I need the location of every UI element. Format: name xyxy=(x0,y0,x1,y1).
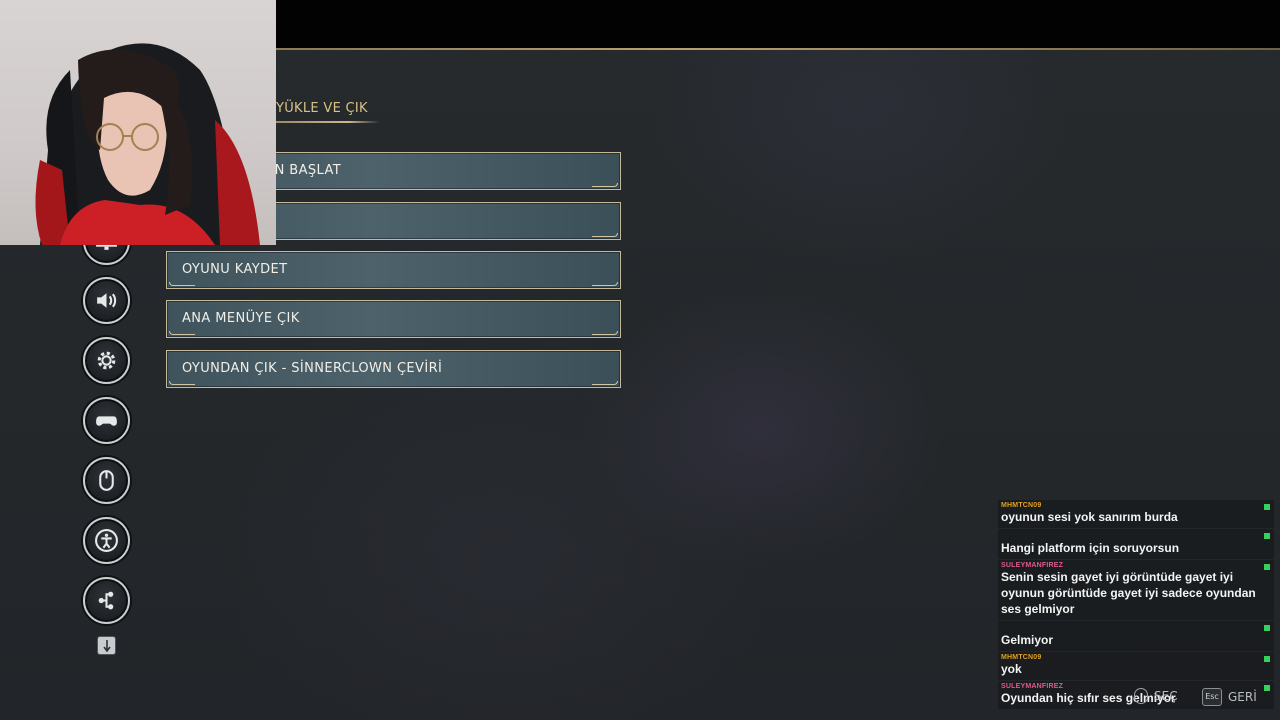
chat-message: SULEYMANFIREZ Senin sesin gayet iyi görü… xyxy=(998,560,1274,620)
accessibility-icon[interactable] xyxy=(83,517,130,564)
ornament-left xyxy=(169,381,195,385)
chat-badge-icon xyxy=(1264,533,1270,539)
chat-message: MHMTCN09 yok xyxy=(998,652,1274,680)
chat-message: Gelmiyor xyxy=(998,621,1274,651)
chat-badge-icon xyxy=(1264,656,1270,662)
back-hint-label: GERİ xyxy=(1228,690,1257,704)
main-menu-button[interactable]: ANA MENÜYE ÇIK xyxy=(166,300,621,338)
section-title: YÜKLE VE ÇIK xyxy=(276,101,368,116)
top-bar-divider xyxy=(276,48,1280,50)
share-icon[interactable] xyxy=(83,577,130,624)
chat-text: oyunun sesi yok sanırım burda xyxy=(1001,510,1178,524)
chat-badge-icon xyxy=(1264,504,1270,510)
chat-text: Hangi platform için soruyorsun xyxy=(1001,541,1180,555)
chat-badge-icon xyxy=(1264,625,1270,631)
top-bar xyxy=(276,0,1280,48)
gamepad-icon[interactable] xyxy=(83,397,130,444)
mouse-click-icon xyxy=(1134,688,1148,704)
quit-game-button[interactable]: OYUNDAN ÇIK - SİNNERCLOWN ÇEVİRİ xyxy=(166,350,621,388)
esc-key-icon: Esc xyxy=(1202,688,1222,706)
back-hint[interactable]: Esc GERİ xyxy=(1202,688,1257,706)
streamer-image xyxy=(35,43,260,245)
chat-username: SULEYMANFIREZ xyxy=(1001,562,1064,569)
chat-badge-icon xyxy=(1264,685,1270,691)
chat-overlay: MHMTCN09 oyunun sesi yok sanırım burda H… xyxy=(998,500,1274,710)
select-hint[interactable]: SEÇ xyxy=(1134,688,1178,704)
chat-text: Senin sesin gayet iyi görüntüde gayet iy… xyxy=(1001,570,1256,616)
mouse-icon[interactable] xyxy=(83,457,130,504)
chat-username xyxy=(1001,623,1256,632)
select-hint-label: SEÇ xyxy=(1154,689,1178,703)
ornament-right xyxy=(592,381,618,385)
chat-username: MHMTCN09 xyxy=(1001,654,1042,661)
chat-message: Hangi platform için soruyorsun xyxy=(998,529,1274,559)
quit-game-button-label: OYUNDAN ÇIK - SİNNERCLOWN ÇEVİRİ xyxy=(182,361,443,376)
ornament-left xyxy=(169,282,195,286)
ornament-right xyxy=(592,183,618,187)
chat-message: MHMTCN09 oyunun sesi yok sanırım burda xyxy=(998,500,1274,528)
speaker-icon[interactable] xyxy=(83,277,130,324)
chat-badge-icon xyxy=(1264,564,1270,570)
ornament-right xyxy=(592,233,618,237)
chat-username xyxy=(1001,531,1256,540)
save-game-button[interactable]: OYUNU KAYDET xyxy=(166,251,621,289)
section-title-underline xyxy=(276,121,380,123)
chat-text: Gelmiyor xyxy=(1001,633,1054,647)
chat-text: yok xyxy=(1001,662,1022,676)
chat-username: MHMTCN09 xyxy=(1001,502,1042,509)
ornament-right xyxy=(592,331,618,335)
scroll-down-key-icon[interactable] xyxy=(97,636,116,655)
gear-icon[interactable] xyxy=(83,337,130,384)
ornament-left xyxy=(169,331,195,335)
webcam-overlay xyxy=(0,0,276,245)
main-menu-button-label: ANA MENÜYE ÇIK xyxy=(182,311,300,326)
ornament-right xyxy=(592,282,618,286)
save-game-button-label: OYUNU KAYDET xyxy=(182,262,288,277)
